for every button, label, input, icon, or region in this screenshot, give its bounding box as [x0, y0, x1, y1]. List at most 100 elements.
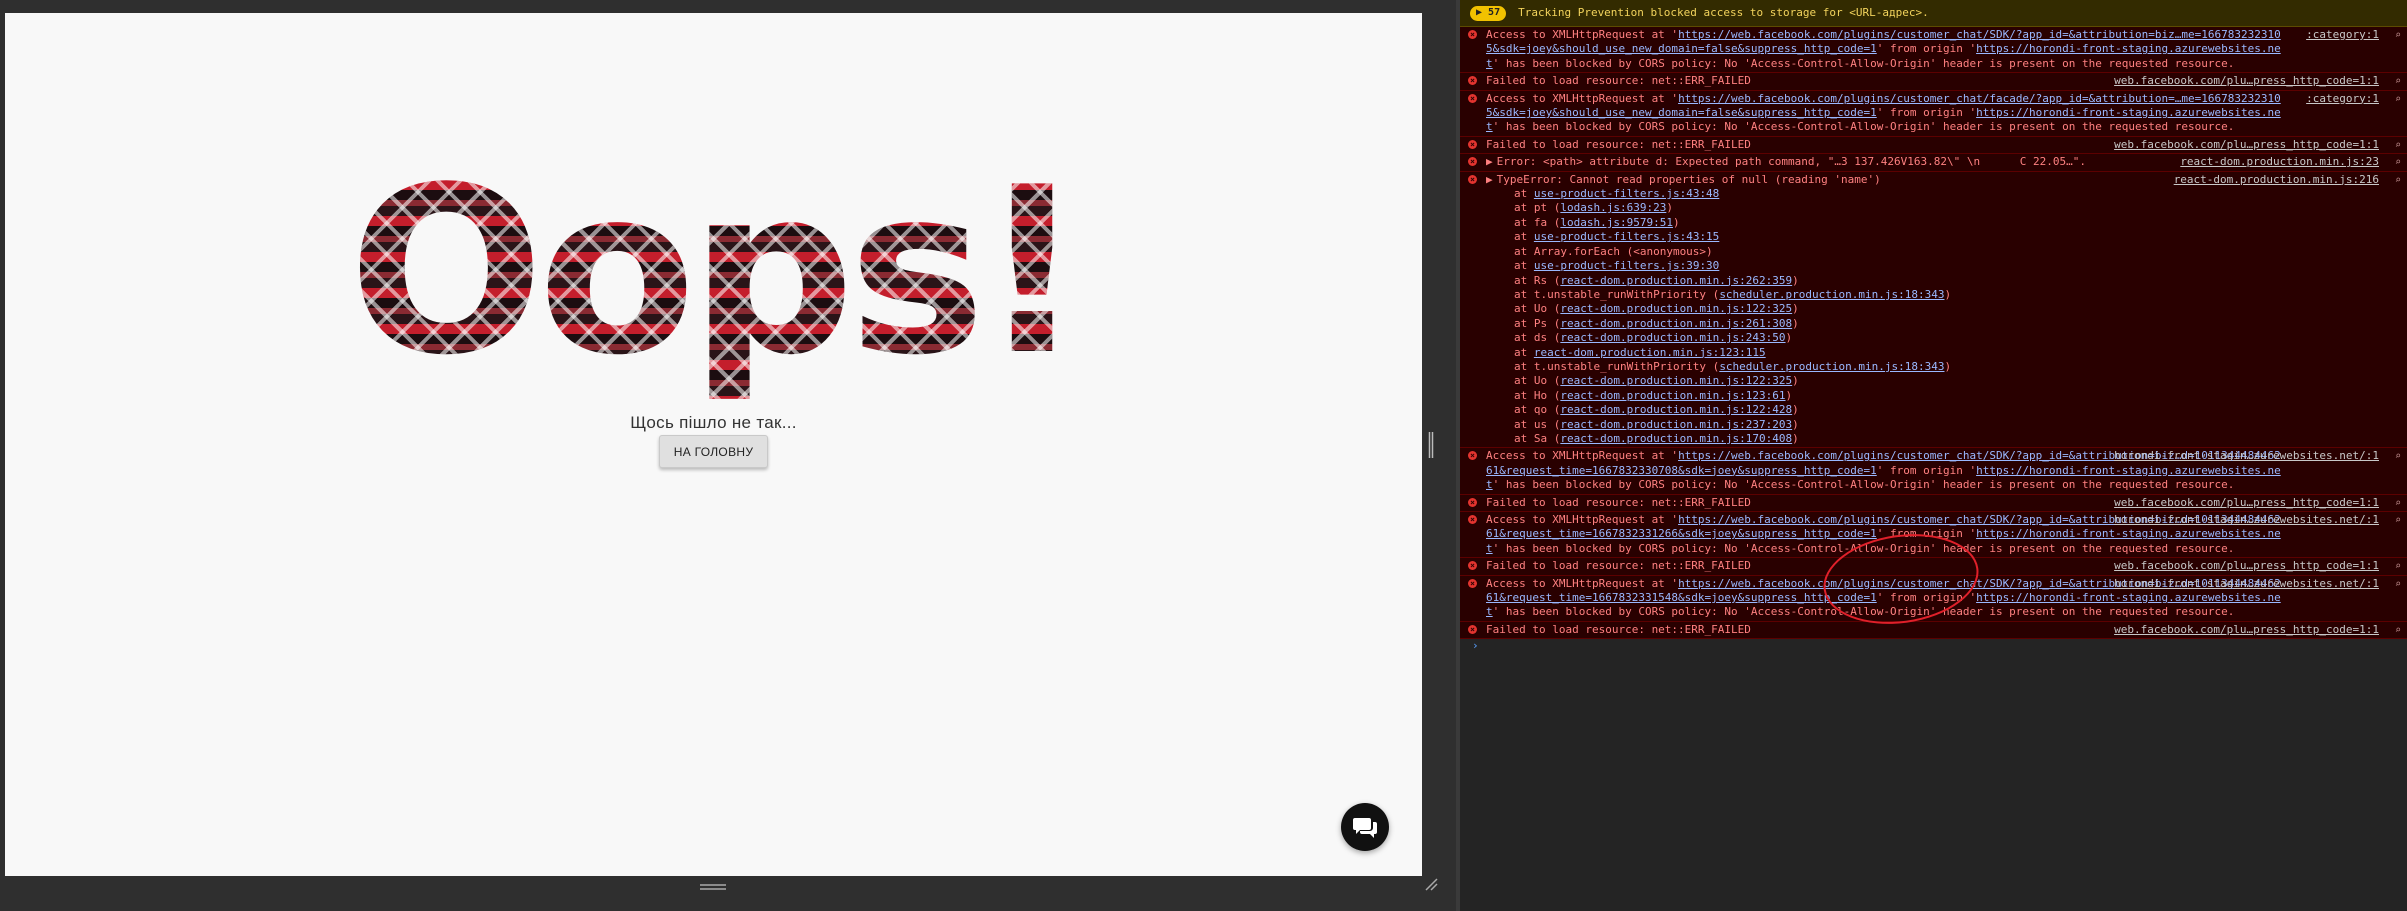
message-fragment: Failed to load resource: net::ERR_FAILED	[1486, 495, 1751, 509]
stack-fragment: )	[1792, 316, 1799, 330]
search-icon[interactable]: ⌕	[2395, 497, 2401, 511]
stack-trace-line: at us (react-dom.production.min.js:237:2…	[1486, 418, 2287, 432]
resize-handle-icon[interactable]	[700, 883, 726, 891]
console-error-message[interactable]: × Failed to load resource: net::ERR_FAILE…	[1460, 621, 2407, 640]
chat-bubble-icon[interactable]	[1341, 803, 1389, 851]
stack-source-link[interactable]: react-dom.production.min.js:170:408	[1560, 432, 1792, 445]
oops-heading: Oops!	[348, 139, 1079, 406]
warning-text: Tracking Prevention blocked access to st…	[1518, 5, 1929, 19]
stack-source-link[interactable]: lodash.js:9579:51	[1560, 216, 1673, 229]
console-error-message[interactable]: × Access to XMLHttpRequest at 'https://we…	[1460, 27, 2407, 74]
stack-trace-line: at pt (lodash.js:639:23)	[1486, 201, 2287, 215]
search-icon[interactable]: ⌕	[2395, 75, 2401, 89]
source-link[interactable]: horondi-front-stagin…zurewebsites.net/:1	[2114, 513, 2379, 527]
console-error-message[interactable]: × Failed to load resource: net::ERR_FAILE…	[1460, 558, 2407, 576]
console-error-message[interactable]: × ▶ Error: <path> attribute d: Expected pa…	[1460, 154, 2407, 172]
console-error-message[interactable]: × Failed to load resource: net::ERR_FAILE…	[1460, 136, 2407, 155]
stack-source-link[interactable]: react-dom.production.min.js:122:428	[1560, 403, 1792, 416]
message-fragment: ' from origin '	[1876, 463, 1977, 477]
message-text: Failed to load resource: net::ERR_FAILED	[1486, 559, 1751, 572]
source-link[interactable]: :category:1	[2306, 28, 2379, 42]
stack-source-link[interactable]: react-dom.production.min.js:237:203	[1560, 418, 1792, 431]
source-link[interactable]: web.facebook.com/plu…press_http_code=1:1	[2114, 623, 2379, 637]
corner-resize-icon[interactable]	[1424, 877, 1438, 891]
stack-trace-line: at react-dom.production.min.js:123:115	[1486, 346, 2287, 360]
search-icon[interactable]: ⌕	[2395, 174, 2401, 188]
source-link[interactable]: horondi-front-stagin…zurewebsites.net/:1	[2114, 577, 2379, 591]
stack-fragment: )	[1785, 331, 1793, 345]
source-link[interactable]: react-dom.production.min.js:216	[2174, 173, 2379, 187]
stack-source-link[interactable]: react-dom.production.min.js:123:61	[1560, 389, 1785, 402]
source-link[interactable]: web.facebook.com/plu…press_http_code=1:1	[2114, 496, 2379, 510]
stack-trace-line: at Array.forEach (<anonymous>)	[1486, 245, 2287, 259]
stack-trace-line: at Uo (react-dom.production.min.js:122:3…	[1486, 302, 2287, 316]
page-viewport: Oops! Щось пішло не так... НА ГОЛОВНУ	[0, 0, 1456, 911]
search-icon[interactable]: ⌕	[2395, 560, 2401, 574]
message-fragment: Failed to load resource: net::ERR_FAILED	[1486, 559, 1751, 573]
expand-triangle-icon[interactable]: ▶	[1486, 173, 1493, 186]
stack-source-link[interactable]: react-dom.production.min.js:261:308	[1560, 317, 1792, 330]
stack-fragment: )	[1672, 215, 1680, 229]
console-error-message[interactable]: × Failed to load resource: net::ERR_FAILE…	[1460, 73, 2407, 91]
message-text: ▶ TypeError: Cannot read properties of nu…	[1486, 173, 1881, 186]
source-link[interactable]: horondi-front-stagin…zurewebsites.net/:1	[2114, 449, 2379, 463]
search-icon[interactable]: ⌕	[2395, 624, 2401, 638]
stack-fragment: )	[1785, 388, 1793, 402]
home-button[interactable]: НА ГОЛОВНУ	[659, 435, 768, 468]
stack-fragment: at us (	[1514, 417, 1561, 431]
stack-source-link[interactable]: lodash.js:639:23	[1560, 201, 1666, 214]
stack-source-link[interactable]: use-product-filters.js:43:48	[1534, 187, 1719, 200]
console-error-message[interactable]: × Access to XMLHttpRequest at 'https://we…	[1460, 512, 2407, 559]
search-icon[interactable]: ⌕	[2395, 29, 2401, 43]
console-error-message[interactable]: × ▶ TypeError: Cannot read properties of n…	[1460, 171, 2407, 449]
message-fragment: ' from origin '	[1876, 106, 1977, 120]
search-icon[interactable]: ⌕	[2395, 93, 2401, 107]
search-icon[interactable]: ⌕	[2395, 578, 2401, 592]
stack-source-link[interactable]: use-product-filters.js:39:30	[1534, 259, 1719, 272]
warning-count-badge[interactable]: ▶ 57	[1470, 5, 1507, 21]
stack-source-link[interactable]: react-dom.production.min.js:243:50	[1560, 331, 1785, 344]
console-error-message[interactable]: × Access to XMLHttpRequest at 'https://we…	[1460, 448, 2407, 495]
search-icon[interactable]: ⌕	[2395, 514, 2401, 528]
stack-source-link[interactable]: react-dom.production.min.js:122:325	[1560, 302, 1792, 315]
tracking-warning[interactable]: ▶ 57 Tracking Prevention blocked access …	[1460, 0, 2407, 27]
source-link[interactable]: react-dom.production.min.js:23	[2180, 155, 2379, 169]
console-message-list: × Access to XMLHttpRequest at 'https://we…	[1460, 27, 2407, 640]
source-link[interactable]: web.facebook.com/plu…press_http_code=1:1	[2114, 138, 2379, 152]
message-text: Failed to load resource: net::ERR_FAILED	[1486, 74, 1751, 87]
error-icon: ×	[1468, 174, 1477, 184]
source-link[interactable]: web.facebook.com/plu…press_http_code=1:1	[2114, 559, 2379, 573]
console-error-message[interactable]: × Failed to load resource: net::ERR_FAILE…	[1460, 494, 2407, 512]
stack-fragment: )	[1792, 403, 1799, 417]
stack-source-link[interactable]: react-dom.production.min.js:123:115	[1534, 346, 1766, 359]
search-icon[interactable]: ⌕	[2395, 139, 2401, 153]
stack-trace-line: at use-product-filters.js:43:48	[1486, 187, 2287, 201]
stack-fragment: )	[1792, 417, 1799, 431]
message-fragment: ' has been blocked by CORS policy: No 'A…	[1492, 605, 2235, 619]
stack-source-link[interactable]: scheduler.production.min.js:18:343	[1719, 360, 1944, 373]
stack-fragment: at Rs (	[1514, 273, 1561, 287]
message-text: Access to XMLHttpRequest at 'https://web…	[1486, 28, 2281, 70]
message-fragment: ' from origin '	[1876, 42, 1977, 56]
stack-source-link[interactable]: use-product-filters.js:43:15	[1534, 230, 1719, 243]
error-icon: ×	[1468, 451, 1477, 461]
stack-trace-line: at t.unstable_runWithPriority (scheduler…	[1486, 360, 2287, 374]
stack-source-link[interactable]: scheduler.production.min.js:18:343	[1719, 288, 1944, 301]
console-error-message[interactable]: × Access to XMLHttpRequest at 'https://we…	[1460, 90, 2407, 137]
search-icon[interactable]: ⌕	[2395, 450, 2401, 464]
stack-fragment: at ds (	[1514, 331, 1561, 345]
message-fragment: TypeError: Cannot read properties of nul…	[1496, 172, 1881, 186]
source-link[interactable]: :category:1	[2306, 92, 2379, 106]
stack-fragment: at t.unstable_runWithPriority (	[1514, 359, 1720, 373]
message-fragment: Failed to load resource: net::ERR_FAILED	[1486, 622, 1751, 636]
expand-triangle-icon[interactable]: ▶	[1486, 155, 1493, 168]
source-link[interactable]: web.facebook.com/plu…press_http_code=1:1	[2114, 74, 2379, 88]
console-error-message[interactable]: × Access to XMLHttpRequest at 'https://we…	[1460, 575, 2407, 622]
message-text: Failed to load resource: net::ERR_FAILED	[1486, 138, 1751, 151]
search-icon[interactable]: ⌕	[2395, 156, 2401, 170]
console-prompt[interactable]: ›	[1460, 639, 2407, 655]
stack-source-link[interactable]: react-dom.production.min.js:262:359	[1560, 274, 1792, 287]
message-fragment: Failed to load resource: net::ERR_FAILED	[1486, 137, 1751, 151]
splitter-handle-icon[interactable]	[1428, 432, 1434, 458]
stack-source-link[interactable]: react-dom.production.min.js:122:325	[1560, 374, 1792, 387]
